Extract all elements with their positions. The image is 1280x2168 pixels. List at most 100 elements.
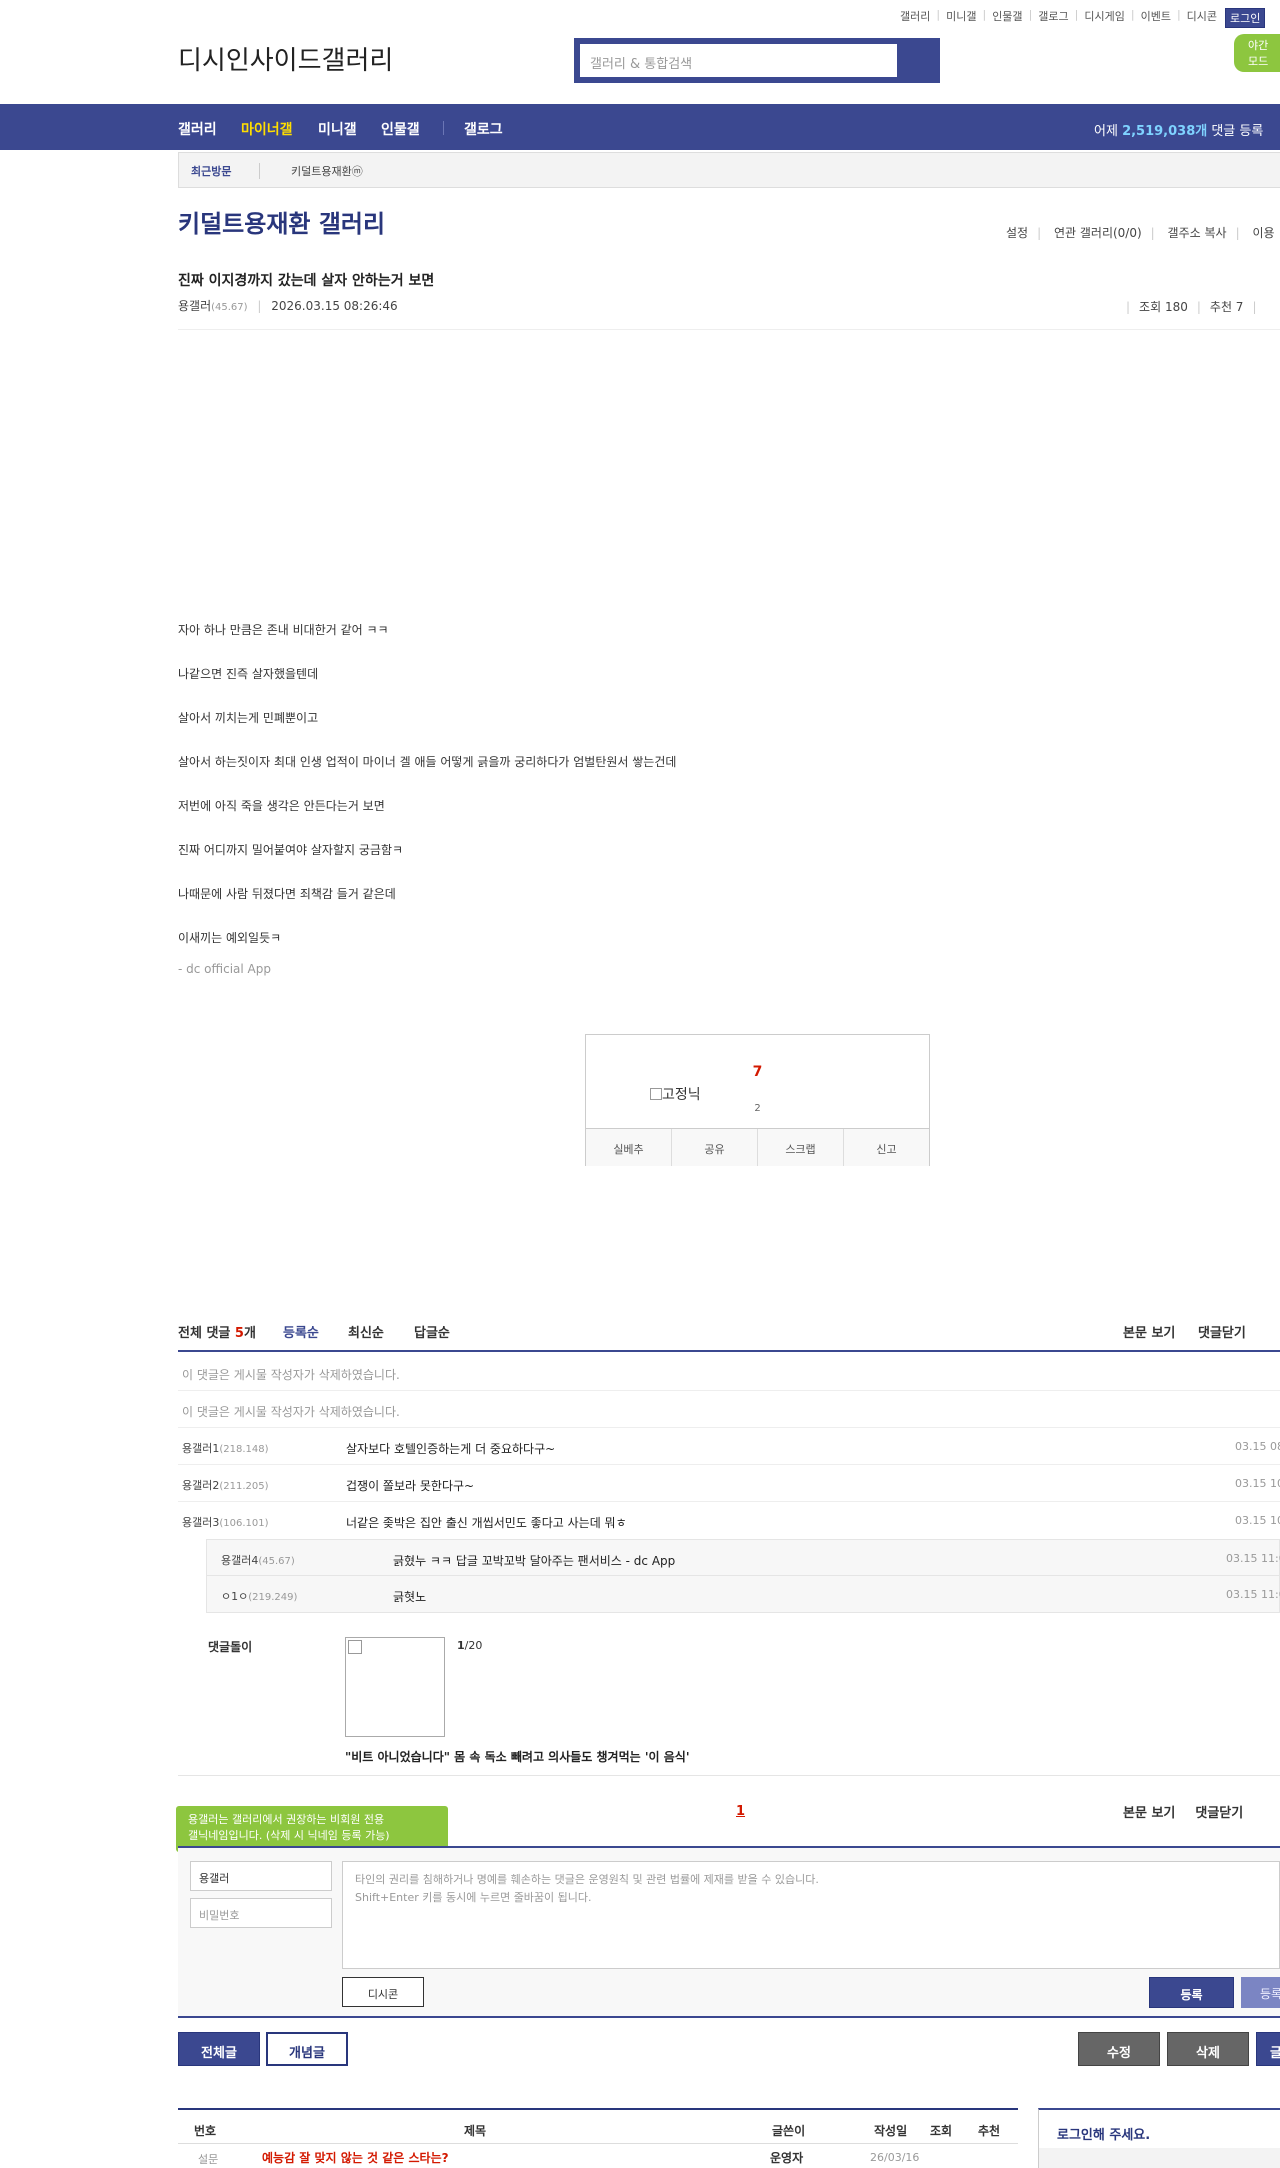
- comment-textarea[interactable]: 타인의 권리를 침해하거나 명예를 훼손하는 댓글은 운영원칙 및 관련 법률에…: [342, 1861, 1280, 1969]
- list-row-date: 26/03/16: [870, 2151, 920, 2164]
- related-gallery-link[interactable]: 연관 갤러리(0/0): [1054, 226, 1142, 240]
- comment-write-box: 용갤러 비밀번호 타인의 권리를 침해하거나 명예를 훼손하는 댓글은 운영원칙…: [178, 1846, 1280, 2018]
- login-box-title[interactable]: 로그인해 주세요.: [1057, 2124, 1150, 2143]
- post-line: 살아서 하는짓이자 최대 인생 업적이 마이너 겔 애들 어떻게 긁을까 궁리하…: [178, 755, 677, 769]
- comment-row: 용갤러2(211.205) 겁쟁이 쫄보라 못한다구~ 03.15 10: [178, 1465, 1280, 1502]
- share-button[interactable]: 공유: [672, 1129, 758, 1166]
- nav-gallery[interactable]: 갤러리: [178, 119, 217, 139]
- broken-image-icon: [650, 1088, 662, 1100]
- post-author-ip: (45.67): [211, 302, 248, 313]
- reply-nick[interactable]: 용갤러4(45.67): [221, 1552, 295, 1568]
- usage-link[interactable]: 이용: [1252, 226, 1274, 240]
- login-button[interactable]: 로그인: [1225, 8, 1266, 28]
- comment-page-current[interactable]: 1: [736, 1804, 745, 1819]
- post-body: 자아 하나 만큼은 존내 비대한거 같어 ㅋㅋ 나같으면 진즉 살자했을텐데 살…: [178, 622, 676, 974]
- register-button[interactable]: 등록: [1149, 1977, 1234, 2008]
- view-body-button-bottom[interactable]: 본문 보기: [1123, 1806, 1175, 1821]
- comment-row-deleted: 이 댓글은 게시물 작성자가 삭제하였습니다.: [178, 1391, 1280, 1428]
- list-row-writer: 운영자: [770, 2151, 804, 2165]
- col-views: 조회: [930, 2124, 953, 2138]
- main-nav: 갤러리 마이너갤 미니갤 인물갤 갤로그 어제 2,519,038개 댓글 등록: [0, 104, 1280, 150]
- comment-date: 03.15 10: [1235, 1514, 1280, 1527]
- report-button[interactable]: 신고: [844, 1129, 929, 1166]
- fixed-nick-recommend-button[interactable]: 고정닉: [650, 1084, 701, 1104]
- login-box-field[interactable]: [1039, 2148, 1280, 2168]
- sort-replies[interactable]: 답글순: [414, 1322, 450, 1341]
- post-counts: | 조회 180 | 추천 7 |: [1126, 300, 1257, 314]
- login-box: 로그인해 주세요.: [1038, 2108, 1280, 2168]
- delete-button[interactable]: 삭제: [1167, 2032, 1249, 2066]
- list-row-title[interactable]: 예능감 잘 맞지 않는 것 같은 스타는?: [262, 2149, 449, 2166]
- broken-image-icon: [348, 1640, 362, 1654]
- nav-gallog[interactable]: 갤로그: [464, 119, 503, 139]
- top-utility-nav: 갤러리 | 미니갤 | 인물갤 | 갤로그 | 디시게임 | 이벤트 | 디시콘 로그인: [900, 8, 1266, 28]
- post-line: 자아 하나 만큼은 존내 비대한거 같어 ㅋㅋ: [178, 623, 389, 637]
- copy-url-link[interactable]: 갤주소 복사: [1168, 226, 1227, 240]
- sort-latest[interactable]: 최신순: [348, 1322, 384, 1341]
- col-writer: 글쓴이: [772, 2124, 806, 2138]
- search-box: 갤러리 & 통합검색: [574, 38, 940, 83]
- edit-button[interactable]: 수정: [1078, 2032, 1160, 2066]
- concept-posts-button[interactable]: 개념글: [266, 2032, 348, 2066]
- all-posts-button[interactable]: 전체글: [178, 2032, 260, 2066]
- recommend-count: 7: [752, 1064, 763, 1080]
- nickname-field[interactable]: 용갤러: [190, 1861, 332, 1891]
- ad-image[interactable]: [345, 1637, 445, 1737]
- sort-registered[interactable]: 등록순: [283, 1322, 319, 1341]
- register-secondary-button[interactable]: 등록: [1241, 1977, 1280, 2008]
- comment-header: 전체 댓글 5개 등록순 최신순 답글순 본문 보기 댓글닫기: [178, 1322, 1280, 1352]
- reply-row: ㅇ1ㅇ(219.249) 긁혓노 03.15 11:0: [206, 1576, 1280, 1613]
- site-logo[interactable]: 디시인사이드갤러리: [178, 40, 393, 77]
- post-line: 진짜 어디까지 밀어붙여야 살자할지 궁금함ㅋ: [178, 843, 404, 857]
- reply-date: 03.15 11:0: [1226, 1588, 1280, 1601]
- topnav-link-person[interactable]: 인물갤: [992, 8, 1022, 28]
- recent-visit-label[interactable]: 최근방문: [191, 163, 231, 179]
- post-author[interactable]: 용갤러: [178, 299, 211, 313]
- post-line: 살아서 끼치는게 민폐뿐이고: [178, 711, 319, 725]
- view-body-button[interactable]: 본문 보기: [1123, 1322, 1175, 1341]
- dccon-button[interactable]: 디시콘: [342, 1977, 424, 2007]
- ad-caption[interactable]: "비트 아니었습니다" 몸 속 독소 빼려고 의사들도 챙겨먹는 '이 음식': [345, 1748, 690, 1765]
- topnav-link-dccon[interactable]: 디시콘: [1187, 8, 1217, 28]
- scrap-button[interactable]: 스크랩: [758, 1129, 844, 1166]
- nav-mini-gallery[interactable]: 미니갤: [318, 119, 357, 139]
- comment-row: 용갤러1(218.148) 살자보다 호텔인증하는게 더 중요하다구~ 03.1…: [178, 1428, 1280, 1465]
- recent-gallery-link[interactable]: 키덜트용재환ⓜ: [291, 163, 363, 179]
- topnav-link-mini[interactable]: 미니갤: [946, 8, 976, 28]
- comment-stat: 어제 2,519,038개 댓글 등록: [1094, 124, 1264, 139]
- col-recommend: 추천: [978, 2124, 1001, 2138]
- topnav-link-gallog[interactable]: 갤로그: [1038, 8, 1068, 28]
- reply-nick[interactable]: ㅇ1ㅇ(219.249): [221, 1588, 297, 1604]
- post-date: 2026.03.15 08:26:46: [271, 299, 398, 313]
- reply-text: 긁혓노: [393, 1590, 427, 1604]
- password-field[interactable]: 비밀번호: [190, 1898, 332, 1928]
- list-row-number: 설문: [198, 2153, 219, 2166]
- comment-text: 살자보다 호텔인증하는게 더 중요하다구~: [346, 1442, 556, 1456]
- search-icon[interactable]: [899, 44, 937, 77]
- post-line: 나같으면 진즉 살자했을텐데: [178, 667, 319, 681]
- nav-person-gallery[interactable]: 인물갤: [381, 119, 420, 139]
- write-button[interactable]: 글: [1256, 2032, 1280, 2066]
- post-recommends: 추천 7: [1209, 300, 1244, 314]
- divider: [178, 329, 1280, 330]
- post-views: 조회 180: [1139, 300, 1188, 314]
- reply-text: 긁혔누 ㅋㅋ 답글 꼬박꼬박 달아주는 팬서비스 - dc App: [393, 1554, 676, 1568]
- night-mode-button[interactable]: 야간 모드: [1234, 34, 1280, 72]
- close-comments-button[interactable]: 댓글닫기: [1198, 1322, 1246, 1341]
- app-signature: - dc official App: [178, 962, 271, 976]
- comment-nick[interactable]: 용갤러1(218.148): [182, 1440, 269, 1456]
- comment-text: 너같은 좆박은 집안 출신 개씹서민도 좋다고 사는데 뭐ㅎ: [346, 1516, 627, 1530]
- best-recommend-button[interactable]: 실베추: [586, 1129, 672, 1166]
- topnav-link-event[interactable]: 이벤트: [1141, 8, 1171, 28]
- gallery-title[interactable]: 키덜트용재환 갤러리: [178, 204, 385, 239]
- gallery-settings-link[interactable]: 설정: [1006, 226, 1028, 240]
- topnav-link-gallery[interactable]: 갤러리: [900, 8, 930, 28]
- comment-nick[interactable]: 용갤러2(211.205): [182, 1477, 269, 1493]
- nav-minor-gallery[interactable]: 마이너갤: [241, 119, 293, 139]
- search-input[interactable]: 갤러리 & 통합검색: [580, 44, 897, 77]
- post-line: 나때문에 사람 뒤졌다면 죄책감 들거 같은데: [178, 887, 396, 901]
- topnav-link-game[interactable]: 디시게임: [1084, 8, 1124, 28]
- close-comments-button-bottom[interactable]: 댓글닫기: [1195, 1806, 1243, 1821]
- comment-row-deleted: 이 댓글은 게시물 작성자가 삭제하였습니다.: [178, 1354, 1280, 1391]
- comment-nick[interactable]: 용갤러3(106.101): [182, 1514, 269, 1530]
